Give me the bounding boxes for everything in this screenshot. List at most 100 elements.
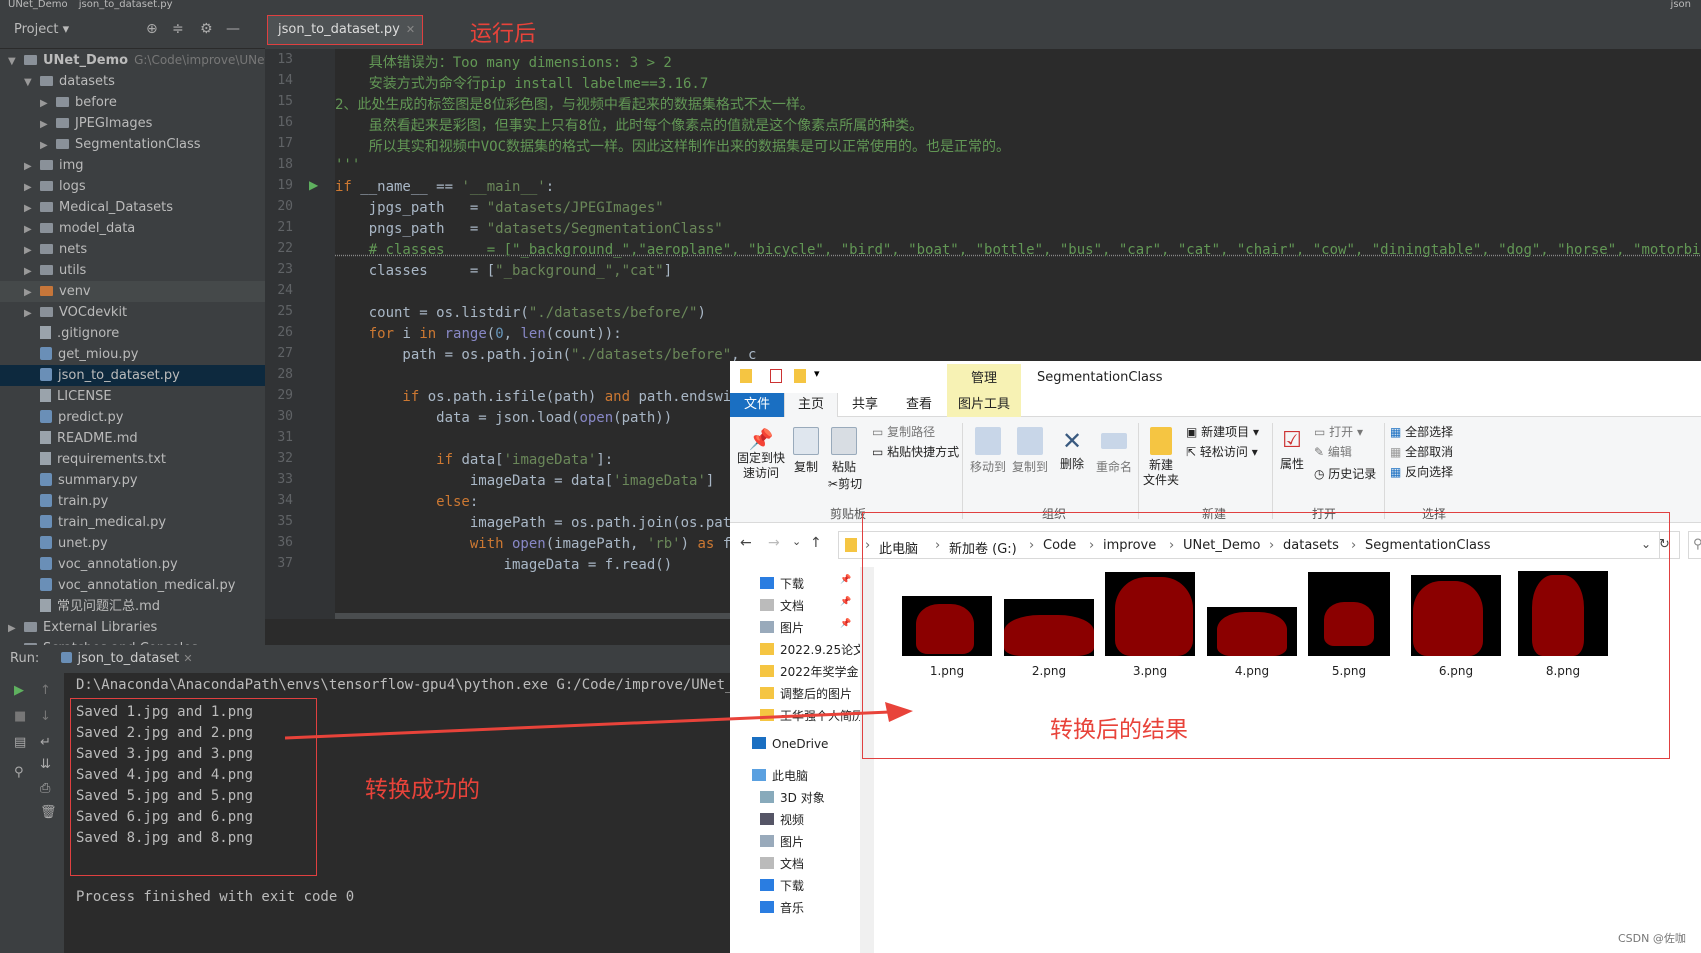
new-folder-icon[interactable] <box>794 369 806 383</box>
up-arrow-icon[interactable]: ↑ <box>810 535 822 551</box>
pin-icon[interactable]: 📌 <box>840 597 851 607</box>
tree-item[interactable]: ▶ logs <box>0 176 265 197</box>
run-gutter-icon[interactable]: ▶ <box>309 178 318 192</box>
move-to-button[interactable]: 移动到 <box>968 427 1008 475</box>
tree-item[interactable]: ▼ datasets <box>0 71 265 92</box>
layout-icon[interactable]: ▤ <box>14 735 26 750</box>
nav-item[interactable]: 下载 <box>760 877 804 894</box>
chevron-right-icon[interactable]: ▶ <box>24 219 40 240</box>
history-button[interactable]: ◷ 历史记录 <box>1314 465 1376 482</box>
chevron-right-icon[interactable]: ▶ <box>40 93 56 114</box>
close-icon[interactable]: ✕ <box>183 652 192 665</box>
print-icon[interactable]: ⎙ <box>40 781 50 796</box>
run-tab[interactable]: json_to_dataset ✕ <box>61 651 193 666</box>
trash-icon[interactable]: 🗑 <box>40 805 57 820</box>
pin-icon[interactable]: 📌 <box>840 619 851 629</box>
nav-item[interactable]: 下载 📌 <box>760 575 851 592</box>
open-button[interactable]: ▭ 打开 ▾ <box>1314 423 1363 440</box>
tree-item[interactable]: ▶ img <box>0 155 265 176</box>
tree-item[interactable]: unet.py <box>0 533 265 554</box>
chevron-right-icon[interactable]: ▶ <box>24 303 40 324</box>
chevron-down-icon[interactable]: ▾ <box>814 367 820 380</box>
nav-item[interactable]: 音乐 <box>760 899 804 916</box>
cut-button[interactable]: ✂剪切 <box>828 475 862 492</box>
stop-icon[interactable]: ■ <box>14 709 26 724</box>
tree-item[interactable]: ▶ SegmentationClass <box>0 134 265 155</box>
up-arrow-icon[interactable]: ↑ <box>40 683 51 698</box>
nav-item[interactable]: 2022.9.25论文 <box>760 641 865 658</box>
tree-item[interactable]: ▶ venv <box>0 281 265 302</box>
manage-tab[interactable]: 管理 <box>947 364 1021 393</box>
tree-item[interactable]: train_medical.py <box>0 512 265 533</box>
tree-item[interactable]: .gitignore <box>0 323 265 344</box>
chevron-right-icon[interactable]: ▶ <box>8 618 24 639</box>
tree-item[interactable]: LICENSE <box>0 386 265 407</box>
back-arrow-icon[interactable]: ← <box>740 535 752 551</box>
chevron-right-icon[interactable]: ▶ <box>24 198 40 219</box>
tab-picture-tools[interactable]: 图片工具 <box>947 393 1021 417</box>
chevron-right-icon[interactable]: ▶ <box>24 282 40 303</box>
close-icon[interactable]: ✕ <box>406 23 415 36</box>
invert-selection-button[interactable]: ▦ 反向选择 <box>1390 463 1453 480</box>
project-view-selector[interactable]: Project ▾ <box>14 22 69 37</box>
tab-view[interactable]: 查看 <box>892 393 946 417</box>
tree-item[interactable]: summary.py <box>0 470 265 491</box>
edit-button[interactable]: ✎ 编辑 <box>1314 443 1352 460</box>
collapse-icon[interactable]: ≑ <box>172 21 184 37</box>
new-folder-button[interactable]: 新建 文件夹 <box>1142 427 1180 488</box>
properties-icon[interactable] <box>770 369 782 383</box>
chevron-down-icon[interactable]: ⌄ <box>792 535 801 548</box>
paste-shortcut-button[interactable]: ▭ 粘贴快捷方式 <box>872 443 959 460</box>
pin-icon[interactable]: 📌 <box>840 575 851 585</box>
chevron-down-icon[interactable]: ▼ <box>24 72 40 93</box>
tab-home[interactable]: 主页 <box>784 393 838 417</box>
select-none-button[interactable]: ▦ 全部取消 <box>1390 443 1453 460</box>
tree-item[interactable]: ▶ before <box>0 92 265 113</box>
tree-item[interactable]: get_miou.py <box>0 344 265 365</box>
down-arrow-icon[interactable]: ↓ <box>40 709 51 724</box>
nav-item[interactable]: 文档 📌 <box>760 597 851 614</box>
pin-quick-access-button[interactable]: 📌 固定到快 速访问 <box>736 427 786 481</box>
nav-item[interactable]: 图片 <box>760 833 804 850</box>
folder-icon[interactable] <box>740 369 752 383</box>
chevron-down-icon[interactable]: ▼ <box>8 51 24 72</box>
soft-wrap-icon[interactable]: ↵ <box>40 735 51 750</box>
tree-item[interactable]: json_to_dataset.py <box>0 365 265 386</box>
nav-item[interactable]: 3D 对象 <box>760 789 825 806</box>
nav-item[interactable]: 此电脑 <box>752 767 808 784</box>
chevron-right-icon[interactable]: ▶ <box>24 261 40 282</box>
rerun-icon[interactable]: ▶ <box>14 683 24 698</box>
tree-item[interactable]: ▶ Medical_Datasets <box>0 197 265 218</box>
new-item-button[interactable]: ▣ 新建项目 ▾ <box>1186 423 1259 440</box>
gear-icon[interactable]: ⚙ <box>200 21 213 37</box>
tree-item[interactable]: voc_annotation.py <box>0 554 265 575</box>
copy-to-button[interactable]: 复制到 <box>1010 427 1050 475</box>
select-all-button[interactable]: ▦ 全部选择 <box>1390 423 1453 440</box>
tree-item[interactable]: 常见问题汇总.md <box>0 596 265 617</box>
tree-item[interactable]: ▼ UNet_Demo G:\Code\improve\UNet <box>0 50 265 71</box>
nav-item[interactable]: 文档 <box>760 855 804 872</box>
tree-item[interactable]: predict.py <box>0 407 265 428</box>
tree-item[interactable]: README.md <box>0 428 265 449</box>
tree-item[interactable]: ▶ VOCdevkit <box>0 302 265 323</box>
tree-item[interactable]: train.py <box>0 491 265 512</box>
chevron-right-icon[interactable]: ▶ <box>40 114 56 135</box>
tree-item[interactable]: ▶ nets <box>0 239 265 260</box>
nav-item[interactable]: 图片 📌 <box>760 619 851 636</box>
chevron-right-icon[interactable]: ▶ <box>40 135 56 156</box>
tree-item[interactable]: ▶ JPEGImages <box>0 113 265 134</box>
chevron-right-icon[interactable]: ▶ <box>24 240 40 261</box>
minimize-icon[interactable]: — <box>226 21 240 37</box>
chevron-right-icon[interactable]: ▶ <box>24 177 40 198</box>
tree-item[interactable]: ▶ utils <box>0 260 265 281</box>
copy-button[interactable]: 复制 <box>790 427 822 475</box>
tree-item[interactable]: ▶Scratches and Consoles <box>0 638 265 645</box>
tab-json-to-dataset[interactable]: json_to_dataset.py ✕ <box>267 15 423 45</box>
pin-icon[interactable]: ⚲ <box>14 765 24 780</box>
easy-access-button[interactable]: ⇱ 轻松访问 ▾ <box>1186 443 1258 460</box>
chevron-right-icon[interactable]: ▶ <box>24 156 40 177</box>
nav-item[interactable]: 视频 <box>760 811 804 828</box>
forward-arrow-icon[interactable]: → <box>768 535 780 551</box>
tree-item[interactable]: ▶ External Libraries <box>0 617 265 638</box>
scroll-end-icon[interactable]: ⇊ <box>40 757 51 772</box>
